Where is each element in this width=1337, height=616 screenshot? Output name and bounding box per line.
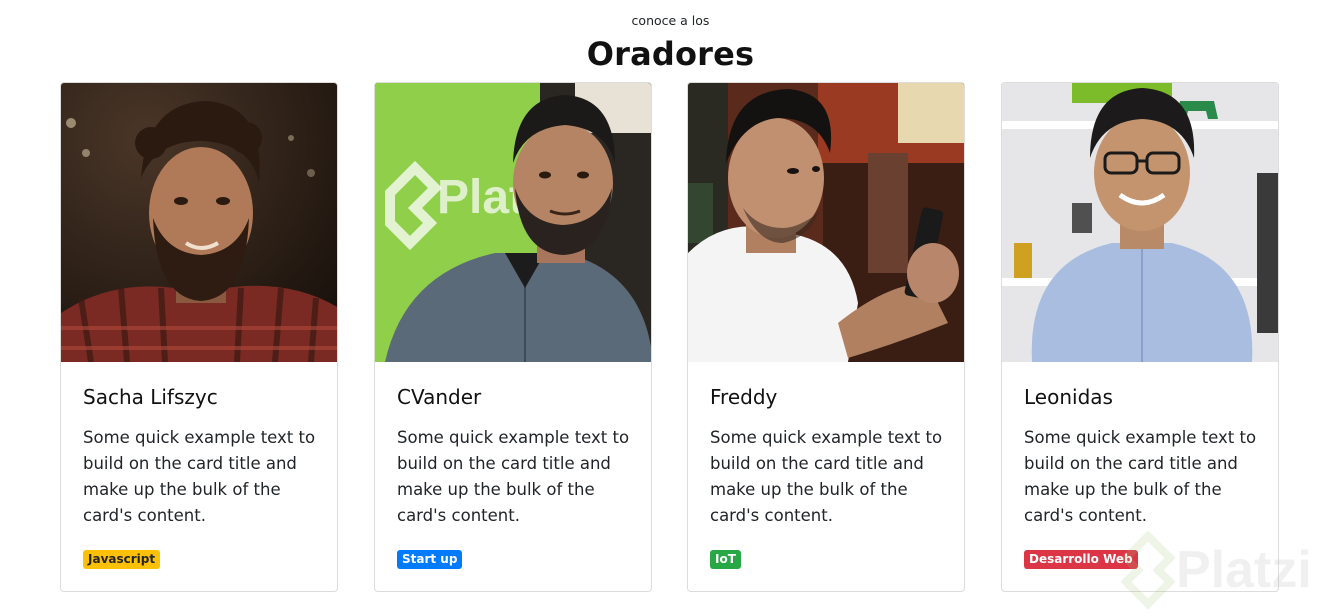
speaker-description: Some quick example text to build on the …	[1024, 428, 1257, 525]
speaker-card-leonidas: Leonidas Some quick example text to buil…	[1001, 82, 1279, 592]
tag-badge: IoT	[710, 550, 741, 569]
tag-badge: Start up	[397, 550, 463, 569]
speaker-card-freddy: Freddy Some quick example text to build …	[687, 82, 965, 592]
speaker-name: CVander	[397, 385, 482, 409]
speaker-photo: Platzi	[375, 83, 651, 362]
speaker-photo	[61, 83, 337, 362]
section-subtitle: conoce a los	[631, 13, 710, 28]
speaker-photo	[1002, 83, 1278, 362]
speaker-description: Some quick example text to build on the …	[397, 428, 630, 525]
speaker-photo	[688, 83, 964, 362]
speaker-name: Sacha Lifszyc	[83, 385, 218, 409]
section-title: Oradores	[586, 35, 755, 73]
speaker-description: Some quick example text to build on the …	[83, 428, 316, 525]
speaker-name: Freddy	[710, 385, 778, 409]
speaker-description: Some quick example text to build on the …	[710, 428, 943, 525]
speaker-name: Leonidas	[1024, 385, 1113, 409]
tag-badge: Javascript	[83, 550, 161, 569]
tag-badge: Desarrollo Web	[1024, 550, 1138, 569]
speaker-card-sacha: Sacha Lifszyc Some quick example text to…	[60, 82, 338, 592]
speaker-card-cvander: Platzi CVander Some quick example text t…	[374, 82, 652, 592]
